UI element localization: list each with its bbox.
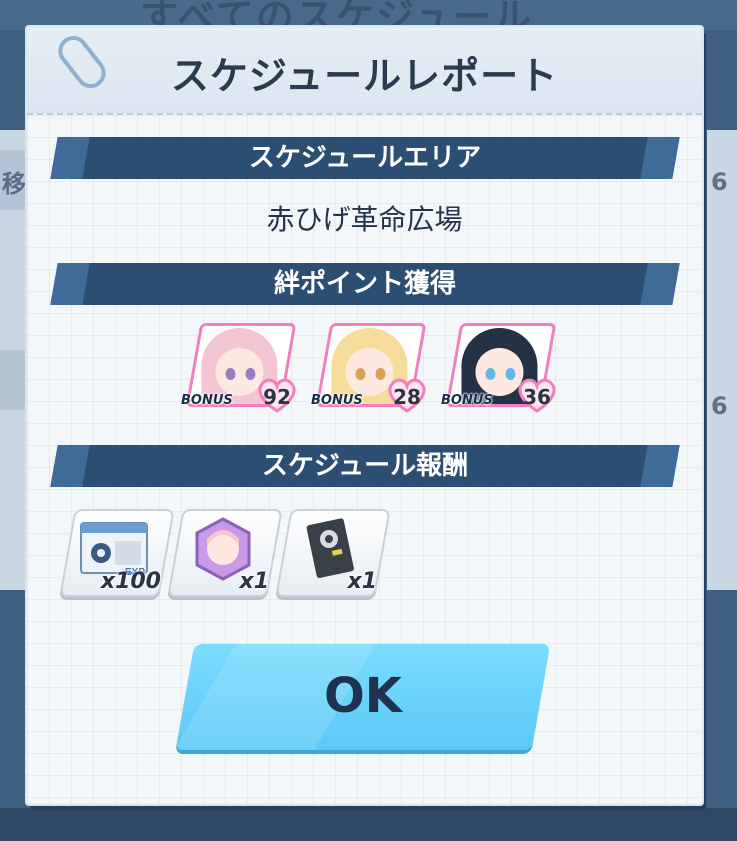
reward-quantity: x1 (347, 569, 378, 594)
background-right-value-2: 6 (711, 392, 728, 420)
schedule-report-modal: スケジュールレポート スケジュールエリア 赤ひげ革命広場 絆ポイント獲得 92 … (27, 27, 702, 804)
bonus-label: BONUS (181, 393, 233, 408)
bond-points: 28 (393, 385, 421, 409)
bonus-label: BONUS (441, 393, 493, 408)
background-right-value-1: 6 (711, 168, 728, 196)
bond-character-card-3[interactable]: 36 BONUS (441, 323, 557, 419)
bond-character-card-2[interactable]: 28 BONUS (311, 323, 427, 419)
background-left-panel: 移 (0, 130, 30, 590)
ok-button-label: OK (324, 668, 402, 724)
rewards-section-header: スケジュール報酬 (261, 451, 469, 481)
reward-quantity: x100 (100, 569, 161, 594)
reward-item-2[interactable]: x1 (167, 509, 283, 599)
modal-title: スケジュールレポート (170, 54, 559, 98)
reward-item-3[interactable]: x1 (275, 509, 391, 599)
bond-section-header: 絆ポイント獲得 (273, 269, 456, 299)
background-bottom-bar (0, 808, 737, 841)
ok-button[interactable]: OK (174, 644, 551, 750)
bond-points: 36 (523, 385, 551, 409)
schedule-area-name: 赤ひげ革命広場 (266, 203, 463, 236)
bond-character-card-1[interactable]: 92 BONUS (181, 323, 297, 419)
background-right-panel: 6 6 (707, 130, 737, 590)
bond-points: 92 (263, 385, 291, 409)
reward-item-1[interactable]: EXP x100 (59, 509, 175, 599)
reward-quantity: x1 (239, 569, 270, 594)
area-section-header: スケジュールエリア (248, 143, 482, 173)
bonus-label: BONUS (311, 393, 363, 408)
modal-header: スケジュールレポート (27, 27, 702, 115)
background-left-text: 移 (2, 170, 26, 198)
